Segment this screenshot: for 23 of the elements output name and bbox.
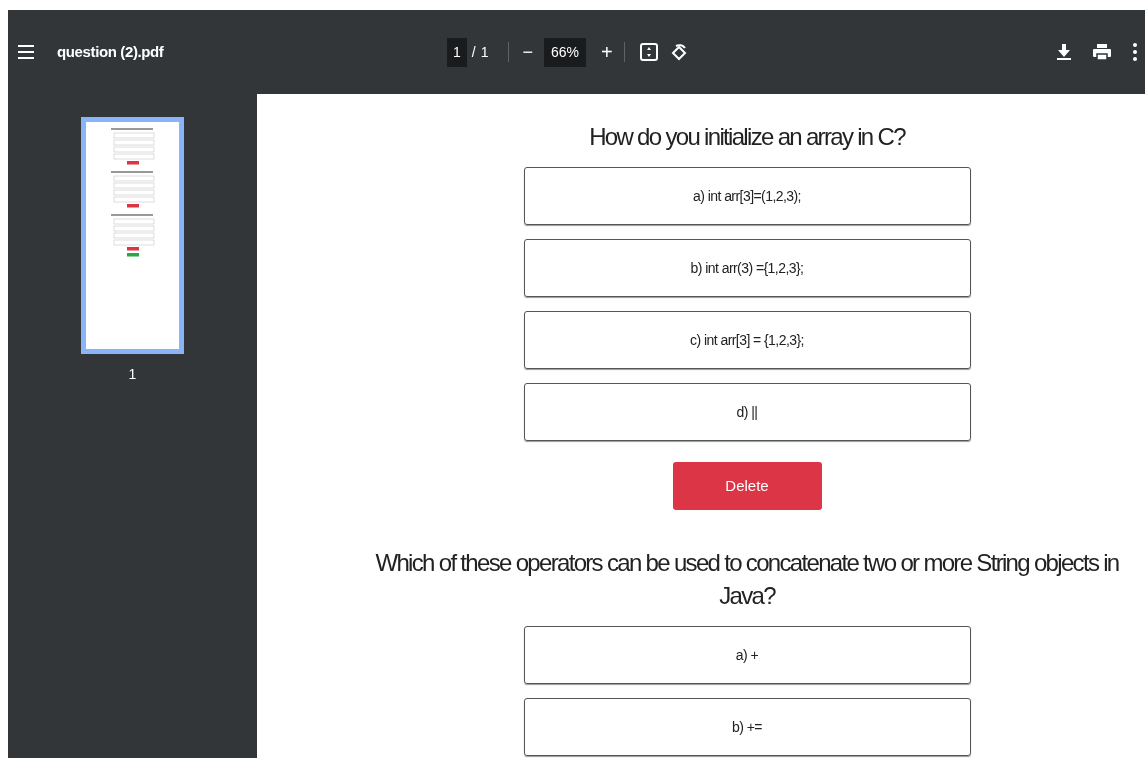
answer-option[interactable]: d) || <box>523 383 971 441</box>
page-separator: / <box>471 42 476 62</box>
rotate-icon[interactable] <box>669 42 688 62</box>
answer-option[interactable]: c) int arr[3] = {1,2,3}; <box>523 311 971 369</box>
page-number-label: 1 <box>128 365 137 384</box>
question-heading: Which of these operators can be used to concatenate two or more String objects in Java? <box>374 548 1120 611</box>
answer-option[interactable]: b) += <box>523 698 971 756</box>
question-heading: How do you initialize an array in C? <box>588 122 907 152</box>
print-icon[interactable] <box>1093 43 1111 61</box>
answer-option[interactable]: a) int arr[3]=(1,2,3); <box>523 167 971 225</box>
delete-button[interactable]: Delete <box>672 462 822 510</box>
file-title: question (2).pdf <box>57 41 165 62</box>
page-number-field[interactable]: 1 <box>447 37 467 67</box>
answer-option[interactable]: b) int arr(3) ={1,2,3}; <box>523 239 971 297</box>
answer-option[interactable]: a) + <box>523 626 971 684</box>
download-icon[interactable] <box>1057 43 1071 61</box>
page-count: 1 <box>480 42 489 62</box>
zoom-out-button[interactable]: − <box>519 38 536 66</box>
zoom-in-button[interactable]: + <box>598 37 616 67</box>
fit-page-icon[interactable] <box>639 43 658 61</box>
more-icon[interactable] <box>1133 43 1137 61</box>
zoom-field[interactable]: 66% <box>544 37 587 67</box>
menu-icon[interactable] <box>18 45 34 59</box>
